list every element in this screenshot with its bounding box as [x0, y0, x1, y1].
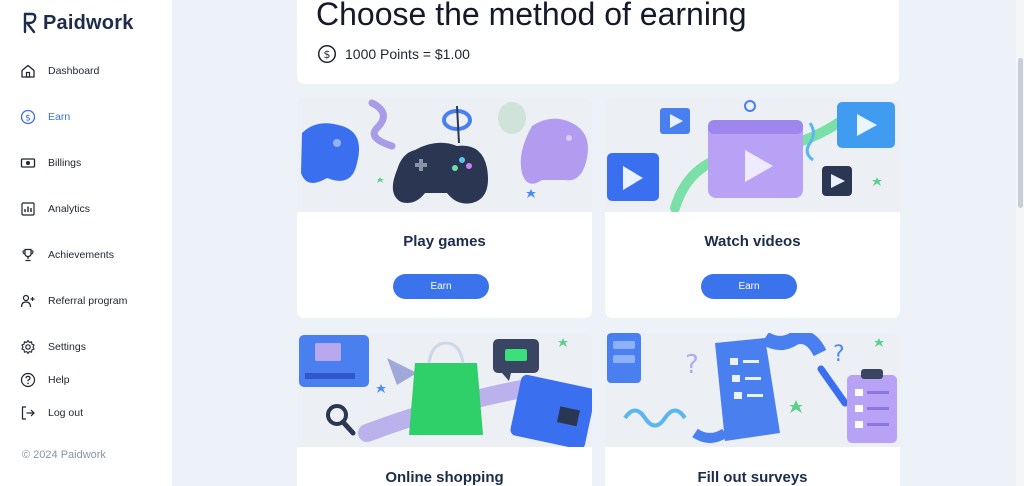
paidwork-logo-icon [23, 12, 37, 34]
method-title: Watch videos [704, 233, 801, 250]
points-rate-text: 1000 Points = $1.00 [345, 46, 470, 62]
bar-chart-icon [20, 201, 36, 217]
scrollbar-thumb[interactable] [1018, 58, 1023, 208]
sidebar-item-dashboard[interactable]: Dashboard [20, 62, 99, 80]
brand[interactable]: Paidwork [22, 10, 134, 36]
sidebar-item-label: Achievements [48, 249, 114, 261]
sidebar-item-referral-program[interactable]: Referral program [20, 292, 127, 310]
sidebar-item-label: Referral program [48, 295, 128, 307]
sidebar-item-help[interactable]: Help [20, 371, 70, 389]
method-card-watch-videos[interactable]: Watch videos Earn [605, 98, 900, 318]
sidebar-item-label: Earn [48, 111, 71, 123]
earn-button[interactable]: Earn [393, 274, 489, 299]
sidebar-item-log-out[interactable]: Log out [20, 404, 83, 422]
copyright: © 2024 Paidwork [22, 449, 106, 461]
survey-clipboard-illustration: ? ? [605, 333, 900, 447]
method-title: Fill out surveys [697, 469, 808, 486]
gear-icon [20, 339, 36, 355]
video-players-illustration [605, 98, 900, 212]
svg-text:?: ? [833, 342, 845, 367]
help-circle-icon [20, 372, 36, 388]
user-plus-icon [20, 293, 36, 309]
sidebar-item-label: Dashboard [48, 65, 100, 77]
sidebar-item-settings[interactable]: Settings [20, 338, 86, 356]
money-icon [20, 155, 36, 171]
sidebar-item-label: Analytics [48, 203, 91, 215]
points-rate: $ 1000 Points = $1.00 [317, 44, 470, 64]
gamepads-illustration [297, 98, 592, 212]
logout-icon [20, 405, 36, 421]
sidebar-item-label: Log out [48, 407, 84, 419]
coin-dollar-icon: $ [317, 44, 337, 64]
earn-button[interactable]: Earn [701, 274, 797, 299]
shopping-bag-illustration [297, 333, 592, 447]
sidebar-item-analytics[interactable]: Analytics [20, 200, 90, 218]
sidebar-item-earn[interactable]: $ Earn [20, 108, 70, 126]
sidebar-item-achievements[interactable]: Achievements [20, 246, 114, 264]
sidebar: Paidwork Dashboard $ Earn Billings Analy… [0, 0, 172, 486]
sidebar-item-label: Settings [48, 341, 86, 353]
method-card-fill-out-surveys[interactable]: ? ? Fill out surveys [605, 333, 900, 486]
svg-text:?: ? [685, 350, 699, 380]
trophy-icon [20, 247, 36, 263]
svg-text:$: $ [324, 48, 331, 61]
sidebar-item-label: Help [48, 374, 70, 386]
method-card-play-games[interactable]: Play games Earn [297, 98, 592, 318]
method-card-online-shopping[interactable]: Online shopping [297, 333, 592, 486]
home-icon [20, 63, 36, 79]
scrollbar[interactable] [1016, 0, 1024, 486]
header-card: Choose the method of earning $ 1000 Poin… [297, 0, 899, 84]
method-title: Online shopping [385, 469, 504, 486]
method-title: Play games [403, 233, 486, 250]
page-title: Choose the method of earning [316, 0, 747, 32]
sidebar-item-label: Billings [48, 157, 82, 169]
sidebar-item-billings[interactable]: Billings [20, 154, 81, 172]
svg-text:$: $ [25, 113, 31, 123]
brand-name: Paidwork [43, 11, 134, 34]
dollar-circle-icon: $ [20, 109, 36, 125]
